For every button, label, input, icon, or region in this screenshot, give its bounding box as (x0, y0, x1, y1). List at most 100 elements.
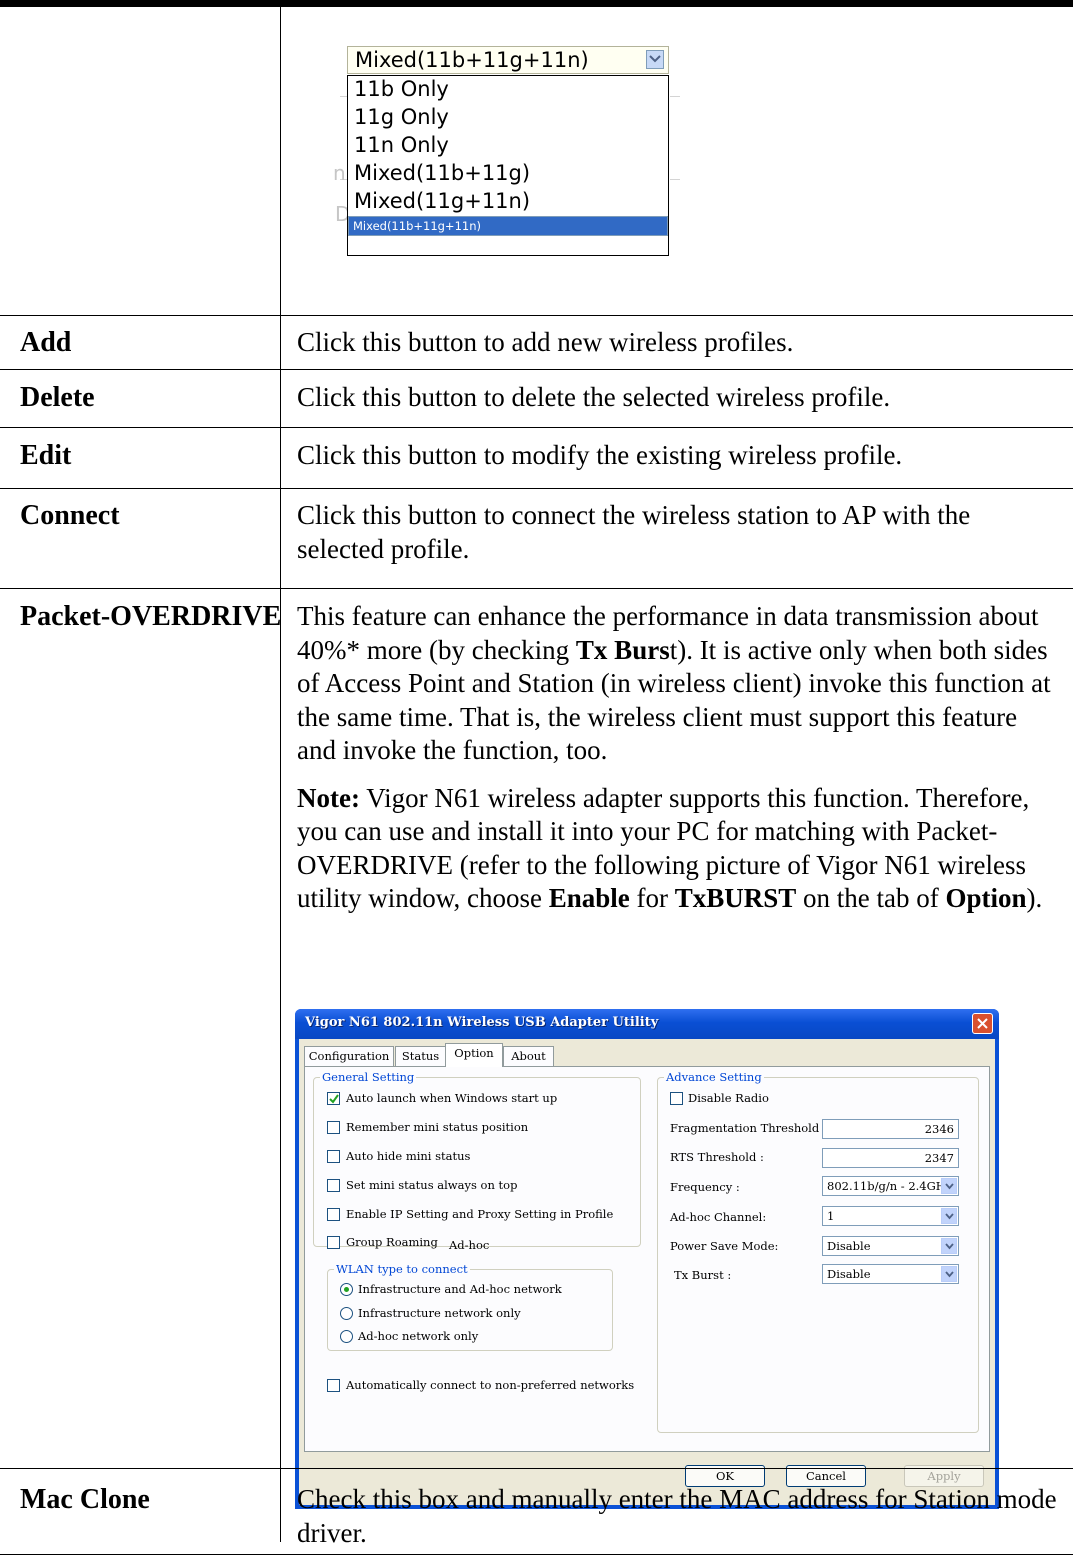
chevron-down-icon[interactable] (646, 50, 664, 69)
mode-option-selected[interactable]: Mixed(11b+11g+11n) (348, 216, 668, 236)
text: for (629, 883, 675, 913)
mode-option[interactable]: Mixed(11b+11g) (348, 160, 668, 188)
group-label: General Setting (320, 1070, 417, 1084)
checkbox[interactable] (327, 1121, 340, 1134)
checkbox[interactable] (327, 1208, 340, 1221)
rts-threshold-input[interactable]: 2347 (822, 1148, 959, 1168)
field-label: RTS Threshold : (670, 1150, 764, 1164)
mode-option[interactable]: 11b Only (348, 76, 668, 104)
packet-paragraph-1: This feature can enhance the performance… (297, 600, 1057, 768)
select-value: Disable (827, 1239, 871, 1253)
checkbox[interactable] (327, 1236, 340, 1249)
checkbox-label: Group Roaming (346, 1235, 438, 1249)
window-body: Configuration Status Option About Genera… (299, 1039, 995, 1505)
checkbox[interactable] (327, 1150, 340, 1163)
row-divider (0, 427, 1073, 428)
wireless-mode-select[interactable]: Mixed(11b+11g+11n) (347, 46, 669, 74)
checkbox-label: Enable IP Setting and Proxy Setting in P… (346, 1207, 614, 1221)
group-label: WLAN type to connect (334, 1262, 470, 1276)
adhoc-channel-select[interactable]: 1 (822, 1206, 959, 1226)
desc-connect: Click this button to connect the wireles… (297, 500, 971, 564)
ghost-text: n (333, 161, 346, 185)
text: on the tab of (796, 883, 946, 913)
fragmentation-threshold-input[interactable]: 2346 (822, 1119, 959, 1139)
checkbox[interactable] (327, 1179, 340, 1192)
field-label: Fragmentation Threshold : (670, 1121, 827, 1135)
note-label: Note: (297, 782, 360, 813)
ghost-line (670, 179, 680, 180)
close-icon[interactable] (972, 1013, 993, 1034)
window-title: Vigor N61 802.11n Wireless USB Adapter U… (305, 1015, 659, 1030)
mode-dropdown-screenshot: n D Mixed(11b+11g+11n) 11b Only 11g Only… (333, 44, 680, 260)
tab-option[interactable]: Option (445, 1043, 503, 1067)
bold-text: TxBURST (674, 883, 797, 913)
chevron-down-icon[interactable] (941, 1238, 957, 1254)
checkbox-label: Auto hide mini status (346, 1149, 471, 1163)
radio-label: Infrastructure and Ad-hoc network (358, 1282, 562, 1296)
term-packet-overdrive: Packet-OVERDRIVE (20, 601, 282, 632)
adhoc-text: Ad-hoc (449, 1238, 490, 1252)
mode-option[interactable]: 11g Only (348, 104, 668, 132)
wlan-type-group: WLAN type to connect Infrastructure and … (327, 1262, 613, 1351)
advance-setting-group: Advance Setting Disable Radio Fragmentat… (657, 1070, 979, 1433)
radio-label: Infrastructure network only (358, 1306, 521, 1320)
chevron-down-icon[interactable] (941, 1178, 957, 1194)
radio-dot (344, 1287, 349, 1292)
selected-mode: Mixed(11b+11g+11n) (355, 48, 589, 72)
select-value: Disable (827, 1267, 871, 1281)
term-mac-clone: Mac Clone (20, 1484, 150, 1515)
chevron-down-icon[interactable] (941, 1208, 957, 1224)
bold-text: Enable (548, 883, 630, 913)
bold-text: Tx Burs (575, 634, 670, 665)
chevron-down-icon[interactable] (941, 1266, 957, 1282)
tab-configuration[interactable]: Configuration (304, 1046, 394, 1066)
tab-status[interactable]: Status (395, 1046, 446, 1066)
desc-edit: Click this button to modify the existing… (297, 440, 903, 470)
power-save-mode-select[interactable]: Disable (822, 1236, 959, 1256)
ghost-line (670, 96, 680, 97)
table-column-divider (280, 7, 281, 1542)
row-divider (0, 1468, 1073, 1469)
desc-add: Click this button to add new wireless pr… (297, 327, 794, 357)
option-tab-pane: General Setting Auto launch when Windows… (304, 1066, 990, 1452)
general-setting-group: General Setting Auto launch when Windows… (313, 1070, 641, 1252)
utility-window-screenshot: Vigor N61 802.11n Wireless USB Adapter U… (295, 1009, 999, 1509)
frequency-select[interactable]: 802.11b/g/n - 2.4GH (822, 1176, 959, 1196)
row-divider (0, 488, 1073, 489)
select-value: 1 (827, 1209, 835, 1223)
mode-option[interactable]: Mixed(11g+11n) (348, 188, 668, 216)
disable-radio-checkbox[interactable] (670, 1092, 683, 1105)
window-titlebar: Vigor N61 802.11n Wireless USB Adapter U… (295, 1009, 999, 1039)
select-value: 802.11b/g/n - 2.4GH (827, 1179, 946, 1193)
term-add: Add (20, 327, 72, 358)
bold-text: Option (945, 883, 1027, 913)
checkbox-label: Disable Radio (688, 1091, 769, 1105)
checkbox-label: Set mini status always on top (346, 1178, 518, 1192)
row-divider (0, 315, 1073, 316)
checkbox[interactable] (327, 1092, 340, 1105)
checkbox-label: Automatically connect to non-preferred n… (346, 1378, 635, 1392)
mode-option[interactable]: 11n Only (348, 132, 668, 160)
field-label: Frequency : (670, 1180, 740, 1194)
packet-paragraph-2: Note: Vigor N61 wireless adapter support… (297, 782, 1057, 916)
tx-burst-select[interactable]: Disable (822, 1264, 959, 1284)
tab-about[interactable]: About (503, 1046, 554, 1066)
row-divider (0, 369, 1073, 370)
field-label: Power Save Mode: (670, 1239, 779, 1253)
radio-button[interactable] (340, 1307, 353, 1320)
field-label: Tx Burst : (674, 1268, 732, 1282)
row-divider (0, 588, 1073, 589)
checkbox-label: Remember mini status position (346, 1120, 529, 1134)
term-connect: Connect (20, 500, 120, 531)
group-label: Advance Setting (664, 1070, 764, 1084)
table-top-border (0, 0, 1073, 7)
radio-button[interactable] (340, 1330, 353, 1343)
term-edit: Edit (20, 440, 72, 471)
auto-connect-checkbox[interactable] (327, 1379, 340, 1392)
radio-button[interactable] (340, 1283, 353, 1296)
field-label: Ad-hoc Channel: (670, 1210, 767, 1224)
desc-mac-clone: Check this box and manually enter the MA… (297, 1484, 1057, 1548)
checkbox-label: Auto launch when Windows start up (346, 1091, 558, 1105)
mode-options-list: 11b Only 11g Only 11n Only Mixed(11b+11g… (347, 75, 669, 256)
desc-packet-overdrive: This feature can enhance the performance… (297, 600, 1057, 916)
